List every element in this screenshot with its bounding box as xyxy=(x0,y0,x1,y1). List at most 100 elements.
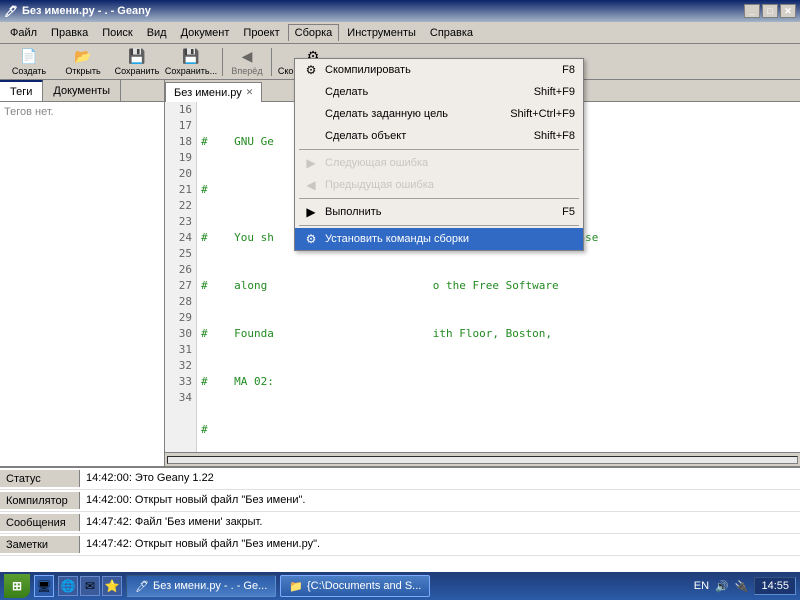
editor-tab-close[interactable]: ✕ xyxy=(246,87,254,98)
compile-menu-label: Скомпилировать xyxy=(325,64,411,76)
menu-build[interactable]: Сборка xyxy=(288,24,340,41)
save-as-label: Сохранить... xyxy=(165,66,217,76)
log-panel: Статус 14:42:00: Это Geany 1.22 Компилят… xyxy=(0,466,800,576)
menu-make-obj-item[interactable]: Сделать объект Shift+F8 xyxy=(295,125,583,147)
make-target-icon xyxy=(303,106,319,122)
make-menu-label: Сделать xyxy=(325,86,368,98)
menu-compile-item[interactable]: ⚙ Скомпилировать F8 xyxy=(295,59,583,81)
menu-make-target-item[interactable]: Сделать заданную цель Shift+Ctrl+F9 xyxy=(295,103,583,125)
star-icon[interactable]: ⭐ xyxy=(102,576,122,596)
tags-panel: Теги Документы Тегов нет. xyxy=(0,80,165,466)
menu-tools[interactable]: Инструменты xyxy=(341,25,422,41)
code-line: # MA 02: xyxy=(201,374,796,390)
run-menu-label: Выполнить xyxy=(325,206,381,218)
make-obj-label: Сделать объект xyxy=(325,130,406,142)
quick-launch: 🌐 ✉ ⭐ xyxy=(58,576,122,596)
back-label: Вперёд xyxy=(231,66,262,76)
title-text: 🖊 Без имени.ру - . - Geany xyxy=(4,5,151,18)
new-button[interactable]: 📄 Создать xyxy=(4,46,54,78)
tags-tabs: Теги Документы xyxy=(0,80,164,102)
taskbar-explorer-label: {C:\Documents and S... xyxy=(307,580,421,592)
log-row-compiler: Компилятор 14:42:00: Открыт новый файл "… xyxy=(0,490,800,512)
menu-help[interactable]: Справка xyxy=(424,25,479,41)
menu-project[interactable]: Проект xyxy=(237,25,285,41)
menu-separator-3 xyxy=(299,225,579,226)
new-icon: 📄 xyxy=(20,48,37,65)
log-row-notes: Заметки 14:47:42: Открыт новый файл "Без… xyxy=(0,534,800,556)
make-obj-icon xyxy=(303,128,319,144)
taskbar-geany-btn[interactable]: 🖊 Без имени.ру - . - Ge... xyxy=(126,575,276,597)
log-text-notes: 14:47:42: Открыт новый файл "Без имени.р… xyxy=(80,536,326,552)
clock: 14:55 xyxy=(754,577,796,595)
make-obj-shortcut: Shift+F8 xyxy=(534,130,575,142)
ie-icon[interactable]: 🌐 xyxy=(58,576,78,596)
maximize-button[interactable]: □ xyxy=(762,4,778,18)
log-text-messages: 14:47:42: Файл 'Без имени' закрыт. xyxy=(80,514,268,530)
save-label: Сохранить xyxy=(115,66,160,76)
save-icon: 💾 xyxy=(128,48,145,65)
menu-run-item[interactable]: ▶ Выполнить F5 xyxy=(295,201,583,223)
desktop-button[interactable]: 🖥 xyxy=(34,575,54,597)
compile-menu-icon: ⚙ xyxy=(303,62,319,78)
next-error-label: Следующая ошибка xyxy=(325,157,428,169)
new-label: Создать xyxy=(12,66,46,76)
editor-tab-main[interactable]: Без имени.ру ✕ xyxy=(165,82,262,102)
save-button[interactable]: 💾 Сохранить xyxy=(112,46,162,78)
editor-tab-label: Без имени.ру xyxy=(174,87,242,99)
menu-separator-2 xyxy=(299,198,579,199)
email-icon[interactable]: ✉ xyxy=(80,576,100,596)
volume-icon: 🔊 xyxy=(715,580,729,593)
log-label-messages: Сообщения xyxy=(0,514,80,531)
save-as-button[interactable]: 💾 Сохранить... xyxy=(166,46,216,78)
log-text-status: 14:42:00: Это Geany 1.22 xyxy=(80,470,220,486)
code-line: # Founda ith Floor, Boston, xyxy=(201,326,796,342)
tags-tab[interactable]: Теги xyxy=(0,80,43,101)
menu-prev-error-item: ◀ Предыдущая ошибка xyxy=(295,174,583,196)
build-commands-label: Установить команды сборки xyxy=(325,233,469,245)
prev-error-icon: ◀ xyxy=(303,177,319,193)
open-button[interactable]: 📂 Открыть xyxy=(58,46,108,78)
back-icon: ◀ xyxy=(242,48,253,65)
menu-view[interactable]: Вид xyxy=(141,25,173,41)
next-error-icon: ▶ xyxy=(303,155,319,171)
title-label: Без имени.ру - . - Geany xyxy=(22,5,151,17)
menu-edit[interactable]: Правка xyxy=(45,25,94,41)
menu-document[interactable]: Документ xyxy=(175,25,236,41)
taskbar-geany-label: Без имени.ру - . - Ge... xyxy=(153,580,267,592)
run-shortcut: F5 xyxy=(562,206,575,218)
menu-search[interactable]: Поиск xyxy=(96,25,138,41)
open-label: Открыть xyxy=(65,66,100,76)
save-as-icon: 💾 xyxy=(182,48,199,65)
compile-shortcut: F8 xyxy=(562,64,575,76)
line-numbers: 16 17 18 19 20 21 22 23 24 25 26 27 28 2… xyxy=(165,102,197,452)
build-commands-icon: ⚙ xyxy=(303,231,319,247)
taskbar: ⊞ 🖥 🌐 ✉ ⭐ 🖊 Без имени.ру - . - Ge... 📁 {… xyxy=(0,572,800,600)
minimize-button[interactable]: _ xyxy=(744,4,760,18)
horizontal-scrollbar[interactable] xyxy=(167,456,798,464)
code-line: # along o the Free Software xyxy=(201,278,796,294)
build-dropdown-menu: ⚙ Скомпилировать F8 Сделать Shift+F9 Сде… xyxy=(294,58,584,251)
make-shortcut: Shift+F9 xyxy=(534,86,575,98)
tags-content: Тегов нет. xyxy=(0,102,164,466)
log-row-messages: Сообщения 14:47:42: Файл 'Без имени' зак… xyxy=(0,512,800,534)
start-button[interactable]: ⊞ xyxy=(4,574,30,598)
log-text-compiler: 14:42:00: Открыт новый файл "Без имени". xyxy=(80,492,312,508)
app-icon: 🖊 xyxy=(4,5,18,18)
log-label-notes: Заметки xyxy=(0,536,80,553)
editor-scrollbar[interactable] xyxy=(165,452,800,466)
menu-file[interactable]: Файл xyxy=(4,25,43,41)
lang-indicator: EN xyxy=(694,580,709,592)
menu-next-error-item: ▶ Следующая ошибка xyxy=(295,152,583,174)
documents-tab[interactable]: Документы xyxy=(43,80,121,101)
toolbar-separator-2 xyxy=(271,48,272,76)
menu-build-commands-item[interactable]: ⚙ Установить команды сборки xyxy=(295,228,583,250)
code-line: # xyxy=(201,422,796,438)
close-button[interactable]: ✕ xyxy=(780,4,796,18)
menu-separator-1 xyxy=(299,149,579,150)
run-icon: ▶ xyxy=(303,204,319,220)
title-bar: 🖊 Без имени.ру - . - Geany _ □ ✕ xyxy=(0,0,800,22)
menu-make-item[interactable]: Сделать Shift+F9 xyxy=(295,81,583,103)
taskbar-explorer-btn[interactable]: 📁 {C:\Documents and S... xyxy=(280,575,430,597)
make-menu-icon xyxy=(303,84,319,100)
back-button[interactable]: ◀ Вперёд xyxy=(229,46,265,78)
